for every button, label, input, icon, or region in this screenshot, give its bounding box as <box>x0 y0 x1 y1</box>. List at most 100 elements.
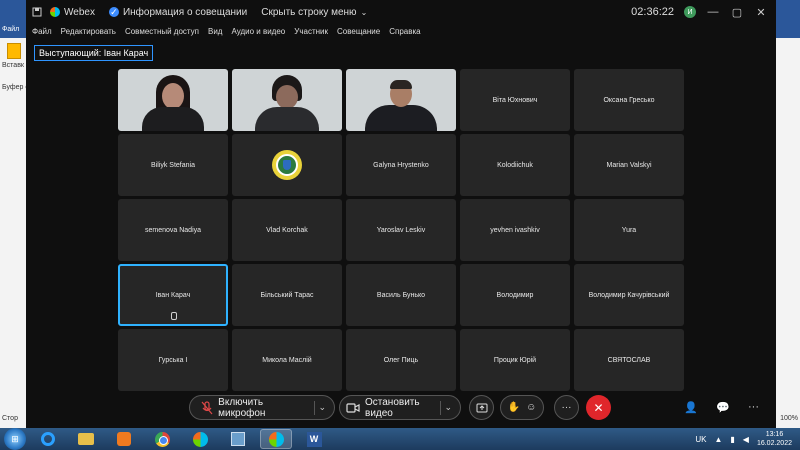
maximize-icon[interactable]: ▢ <box>730 6 744 19</box>
menu-meeting[interactable]: Совещание <box>337 27 380 36</box>
more-options-button[interactable]: ··· <box>554 395 579 420</box>
clock-date: 16.02.2022 <box>756 440 792 447</box>
participant-tile[interactable]: Володимир Качурівський <box>574 264 684 326</box>
participant-tile[interactable]: Galyna Hrystenko <box>346 134 456 196</box>
close-icon[interactable]: ✕ <box>754 6 768 19</box>
participant-name: Yura <box>621 226 637 234</box>
participant-name: Yaroslav Leskiv <box>376 226 426 234</box>
clock-time: 13:16 <box>765 431 784 438</box>
taskbar-chrome[interactable] <box>146 429 178 449</box>
meeting-timer: 02:36:22 <box>631 6 674 18</box>
participant-name: Віта Юхнович <box>492 96 538 104</box>
taskbar-ie[interactable] <box>32 429 64 449</box>
participant-video <box>346 69 456 131</box>
taskbar-calc[interactable] <box>222 429 254 449</box>
participant-tile[interactable]: Володимир <box>460 264 570 326</box>
participant-name: Galyna Hrystenko <box>373 161 429 169</box>
more-panels-icon[interactable]: ··· <box>748 401 759 413</box>
chrome-icon <box>154 431 170 447</box>
menu-file[interactable]: Файл <box>32 27 52 36</box>
titlebar: Webex ✓ Информация о совещании Скрыть ст… <box>26 0 776 24</box>
minimize-icon[interactable]: — <box>706 6 720 18</box>
shield-icon: ✓ <box>108 6 119 17</box>
meeting-info-button[interactable]: ✓ Информация о совещании <box>108 6 247 18</box>
taskbar-webex-meeting[interactable] <box>260 429 292 449</box>
participant-name: semenova Nadiya <box>144 226 202 234</box>
share-button[interactable] <box>469 395 494 420</box>
participant-name: Vlad Korchak <box>266 226 308 234</box>
participant-tile[interactable]: Marian Valskyi <box>574 134 684 196</box>
taskbar-explorer[interactable] <box>70 429 102 449</box>
unmute-button[interactable]: Включить микрофон ⌄ <box>189 395 335 420</box>
menu-audio-video[interactable]: Аудио и видео <box>231 27 285 36</box>
participant-tile[interactable]: Василь Бунько <box>346 264 456 326</box>
chat-icon[interactable]: 💬 <box>716 401 730 414</box>
avatar[interactable]: И <box>684 6 696 18</box>
camera-icon <box>346 401 360 415</box>
webex-meeting-icon <box>268 431 284 447</box>
participant-tile[interactable]: semenova Nadiya <box>118 199 228 261</box>
video-tile[interactable] <box>346 69 456 131</box>
chevron-down-icon[interactable]: ⌄ <box>444 402 452 413</box>
participant-tile[interactable]: Більський Тарас <box>232 264 342 326</box>
participant-grid: Віта Юхнович Оксана Гресько Biliyk Stefa… <box>118 69 684 391</box>
participant-tile[interactable]: Vlad Korchak <box>232 199 342 261</box>
participant-tile[interactable]: Процик Юрій <box>460 329 570 391</box>
video-tile[interactable] <box>118 69 228 131</box>
participant-tile[interactable]: Оксана Гресько <box>574 69 684 131</box>
volume-icon[interactable]: ◀ <box>743 435 749 444</box>
emoji-icon: ☺ <box>526 402 537 413</box>
leave-meeting-button[interactable]: ✕ <box>586 395 611 420</box>
participant-tile[interactable]: Микола Маслій <box>232 329 342 391</box>
taskbar-webex[interactable] <box>184 429 216 449</box>
save-icon[interactable] <box>32 7 42 17</box>
divider <box>439 400 441 415</box>
divider <box>313 400 315 415</box>
network-icon[interactable]: ▮ <box>730 435 734 444</box>
menu-help[interactable]: Справка <box>389 27 420 36</box>
participant-tile[interactable]: Yaroslav Leskiv <box>346 199 456 261</box>
taskbar-media[interactable] <box>108 429 140 449</box>
participant-name: Більський Тарас <box>260 291 314 299</box>
active-speaker-tile[interactable]: Іван Карач <box>118 264 228 326</box>
word-icon: W <box>306 431 322 447</box>
participant-name: Biliyk Stefania <box>151 161 195 169</box>
participant-tile[interactable]: Biliyk Stefania <box>118 134 228 196</box>
start-button[interactable]: ⊞ <box>4 428 26 450</box>
reactions-button[interactable]: ✋ ☺ <box>500 395 544 420</box>
participant-tile[interactable]: СВЯТОСЛАВ <box>574 329 684 391</box>
menu-edit[interactable]: Редактировать <box>61 27 116 36</box>
webex-logo-icon <box>50 7 60 17</box>
participant-tile[interactable] <box>232 134 342 196</box>
chevron-down-icon[interactable]: ⌄ <box>318 402 326 413</box>
menu-view[interactable]: Вид <box>208 27 222 36</box>
menu-share[interactable]: Совместный доступ <box>125 27 199 36</box>
taskbar-word[interactable]: W <box>298 429 330 449</box>
hide-menu-button[interactable]: Скрыть строку меню ⌄ <box>261 7 367 18</box>
participants-icon[interactable]: 👤 <box>684 401 698 414</box>
participant-name: Marian Valskyi <box>606 161 652 169</box>
participant-name: Процик Юрій <box>493 356 537 364</box>
tray-arrow-icon[interactable]: ▲ <box>714 435 722 444</box>
background-word-right: 100% <box>776 0 800 428</box>
webex-app: Webex <box>50 7 95 18</box>
stop-video-button[interactable]: Остановить видео ⌄ <box>339 395 461 420</box>
ie-icon <box>41 432 55 446</box>
clock[interactable]: 13:16 16.02.2022 <box>757 430 792 448</box>
desktop: Файл Вставк Буфер о Стор 100% Webex ✓ Ин… <box>0 0 800 450</box>
participant-name: Іван Карач <box>155 291 191 299</box>
participant-tile[interactable]: Олег Пиць <box>346 329 456 391</box>
word-menu-file: Файл <box>2 26 20 33</box>
menubar: Файл Редактировать Совместный доступ Вид… <box>26 24 776 38</box>
menu-participant[interactable]: Участник <box>294 27 328 36</box>
video-tile[interactable] <box>232 69 342 131</box>
participant-tile[interactable]: yevhen ivashkiv <box>460 199 570 261</box>
participant-tile[interactable]: Kolodiichuk <box>460 134 570 196</box>
chevron-down-icon: ⌄ <box>360 7 368 17</box>
participant-tile[interactable]: Гурська І <box>118 329 228 391</box>
participant-tile[interactable]: Віта Юхнович <box>460 69 570 131</box>
raise-hand-icon: ✋ <box>507 402 521 413</box>
participant-tile[interactable]: Yura <box>574 199 684 261</box>
language-indicator[interactable]: UK <box>695 435 706 444</box>
microphone-icon <box>171 312 177 320</box>
